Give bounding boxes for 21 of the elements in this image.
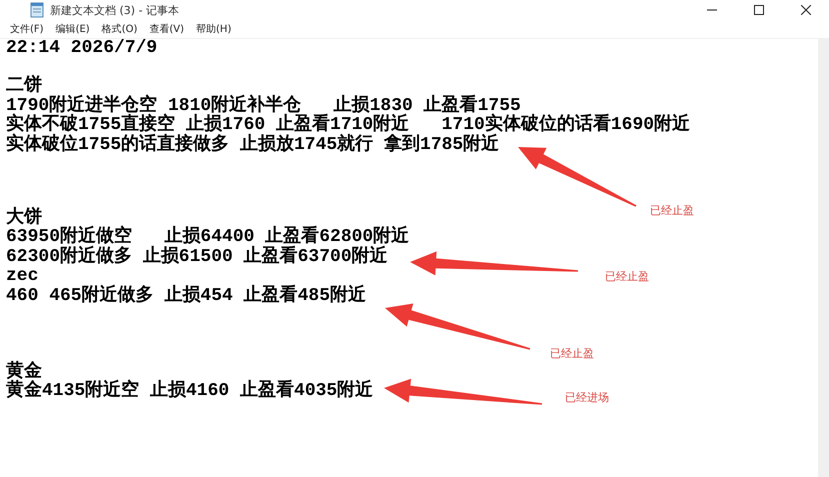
text-line: 62300附近做多 止损61500 止盈看63700附近 <box>6 246 388 267</box>
menu-item[interactable]: 格式(O) <box>102 22 138 36</box>
menu-item[interactable]: 查看(V) <box>149 22 184 36</box>
text-line: 实体破位1755的话直接做多 止损放1745就行 拿到1785附近 <box>6 134 500 155</box>
text-line: 二饼 <box>6 76 42 96</box>
text-line: 大饼 <box>6 208 42 228</box>
maximize-icon <box>754 5 764 15</box>
text-line: 460 465附近做多 止损454 止盈看485附近 <box>6 286 366 306</box>
annotation-label: 已经止盈 <box>650 203 694 218</box>
menu-item[interactable]: 编辑(E) <box>56 22 90 36</box>
annotation-label: 已经进场 <box>565 390 609 405</box>
text-line: 黄金4135附近空 止损4160 止盈看4035附近 <box>6 381 374 402</box>
menu-item[interactable]: 帮助(H) <box>196 22 232 36</box>
window-title: 新建文本文档 (3) - 记事本 <box>50 2 180 18</box>
text-line: zec <box>6 266 38 286</box>
close-icon <box>800 5 810 15</box>
notepad-icon <box>30 2 44 18</box>
annotation-label: 已经止盈 <box>605 269 649 284</box>
text-line: 22:14 2026/7/9 <box>6 38 158 58</box>
menu-item[interactable]: 文件(F) <box>10 22 44 36</box>
annotation-label: 已经止盈 <box>550 346 594 361</box>
